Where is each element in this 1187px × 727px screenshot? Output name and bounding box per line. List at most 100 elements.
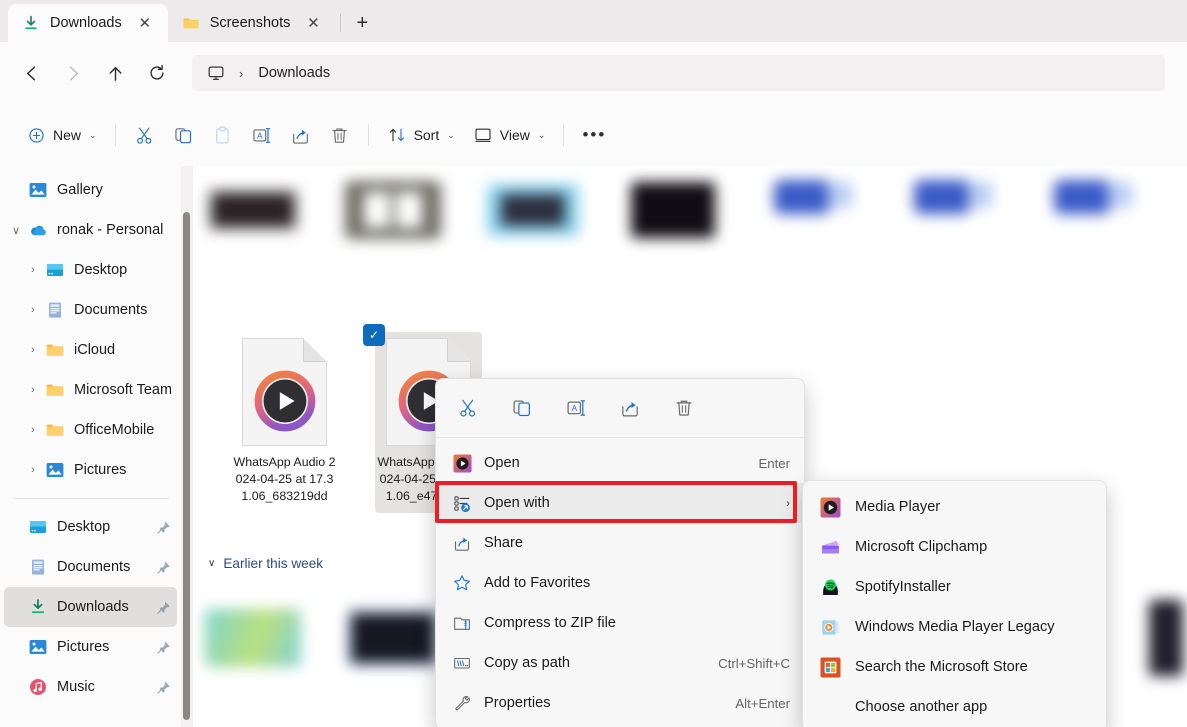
open-with-submenu[interactable]: Media Player Microsoft Clipchamp Spotify… bbox=[802, 480, 1107, 727]
list-item[interactable] bbox=[479, 166, 586, 317]
delete-button[interactable] bbox=[320, 117, 359, 153]
pin-icon[interactable] bbox=[156, 520, 171, 535]
chevron-right-icon[interactable]: › bbox=[21, 384, 45, 396]
sidebar-item-pictures[interactable]: › Pictures bbox=[4, 450, 177, 490]
chevron-right-icon[interactable]: › bbox=[21, 304, 45, 316]
more-options-button[interactable]: ••• bbox=[573, 117, 615, 153]
submenu-item-microsoft-clipchamp[interactable]: Microsoft Clipchamp bbox=[803, 527, 1106, 567]
list-item[interactable] bbox=[619, 166, 726, 317]
sidebar-item-officemobile[interactable]: › OfficeMobile bbox=[4, 410, 177, 450]
thumbnail bbox=[765, 166, 861, 258]
tab-screenshots[interactable]: Screenshots ✕ bbox=[168, 4, 337, 42]
pin-icon[interactable] bbox=[156, 680, 171, 695]
copy-icon[interactable] bbox=[504, 390, 540, 426]
no-icon bbox=[820, 697, 841, 718]
sidebar-item-quick-desktop[interactable]: Desktop bbox=[4, 507, 177, 547]
forward-button[interactable] bbox=[54, 54, 92, 92]
chevron-down-icon: ⌄ bbox=[89, 129, 97, 140]
list-item[interactable] bbox=[759, 166, 866, 317]
chevron-right-icon[interactable]: › bbox=[21, 264, 45, 276]
context-menu[interactable]: A Open Enter Open with › Share Add to Fa… bbox=[435, 378, 805, 727]
chevron-down-icon[interactable]: ∨ bbox=[208, 558, 215, 569]
sort-button[interactable]: Sort ⌄ bbox=[378, 117, 464, 153]
submenu-item-windows-media-player-legacy[interactable]: Windows Media Player Legacy bbox=[803, 607, 1106, 647]
sidebar-item-onedrive[interactable]: ∨ ronak - Personal bbox=[4, 210, 177, 250]
chevron-down-icon[interactable]: ∨ bbox=[4, 224, 28, 237]
sidebar-item-label: Downloads bbox=[57, 599, 129, 615]
chevron-right-icon[interactable]: › bbox=[21, 424, 45, 436]
sidebar-item-downloads[interactable]: Downloads bbox=[4, 587, 177, 627]
list-item[interactable] bbox=[899, 166, 1006, 317]
context-menu-item-add-to-favorites[interactable]: Add to Favorites bbox=[436, 563, 804, 603]
close-icon[interactable]: ✕ bbox=[132, 10, 158, 36]
chevron-right-icon[interactable]: › bbox=[21, 344, 45, 356]
cut-button[interactable] bbox=[125, 117, 164, 153]
pin-icon[interactable] bbox=[156, 640, 171, 655]
chevron-right-icon[interactable]: › bbox=[21, 464, 45, 476]
sidebar-item-gallery[interactable]: Gallery bbox=[4, 170, 177, 210]
pin-icon[interactable] bbox=[156, 600, 171, 615]
list-item[interactable] bbox=[339, 590, 446, 727]
context-menu-item-copy-as-path[interactable]: Copy as path Ctrl+Shift+C bbox=[436, 643, 804, 683]
desktop-icon bbox=[45, 260, 65, 280]
list-item[interactable]: WhatsApp Audio 2024-04-25 at 17.31.06_68… bbox=[231, 332, 338, 513]
sidebar-item-quick-pictures[interactable]: Pictures bbox=[4, 627, 177, 667]
file-name bbox=[1113, 694, 1187, 727]
submenu-item-choose-another-app[interactable]: Choose another app bbox=[803, 687, 1106, 727]
rename-button[interactable]: A bbox=[242, 117, 281, 153]
context-menu-item-compress-to-zip[interactable]: Compress to ZIP file bbox=[436, 603, 804, 643]
copy-path-icon bbox=[452, 653, 472, 673]
copy-button[interactable] bbox=[164, 117, 203, 153]
context-menu-item-share[interactable]: Share bbox=[436, 523, 804, 563]
list-item[interactable] bbox=[1112, 590, 1187, 727]
submenu-item-label: Media Player bbox=[855, 499, 941, 515]
navigation-pane[interactable]: Gallery ∨ ronak - Personal › Desktop › D… bbox=[0, 166, 181, 727]
cut-icon[interactable] bbox=[450, 390, 486, 426]
back-button[interactable] bbox=[12, 54, 50, 92]
folder-icon bbox=[45, 420, 65, 440]
submenu-item-media-player[interactable]: Media Player bbox=[803, 487, 1106, 527]
tab-strip: Downloads ✕ Screenshots ✕ + bbox=[0, 0, 1187, 42]
sidebar-item-music[interactable]: Music bbox=[4, 667, 177, 707]
up-button[interactable] bbox=[96, 54, 134, 92]
list-item[interactable] bbox=[199, 590, 306, 727]
context-menu-item-open-with[interactable]: Open with › bbox=[436, 483, 804, 523]
context-menu-item-open[interactable]: Open Enter bbox=[436, 443, 804, 483]
new-tab-button[interactable]: + bbox=[345, 7, 379, 39]
list-item[interactable] bbox=[339, 166, 446, 317]
submenu-item-search-the-microsoft-store[interactable]: Search the Microsoft Store bbox=[803, 647, 1106, 687]
pin-icon[interactable] bbox=[156, 560, 171, 575]
list-item[interactable] bbox=[1039, 166, 1146, 317]
sidebar-item-label: Documents bbox=[57, 559, 131, 575]
sidebar-item-label: iCloud bbox=[74, 342, 116, 358]
refresh-icon[interactable] bbox=[138, 54, 176, 92]
paste-button[interactable] bbox=[203, 117, 242, 153]
chevron-down-icon: ⌄ bbox=[447, 129, 455, 140]
sidebar-item-label: Desktop bbox=[57, 519, 111, 535]
sidebar-item-microsoft-teams-chat-files[interactable]: › Microsoft Teams Chat Files bbox=[4, 370, 177, 410]
group-header-earlier-this-week[interactable]: ∨ Earlier this week bbox=[208, 556, 323, 571]
download-icon bbox=[22, 14, 40, 32]
share-button[interactable] bbox=[281, 117, 320, 153]
share-icon[interactable] bbox=[612, 390, 648, 426]
tab-downloads[interactable]: Downloads ✕ bbox=[8, 4, 168, 42]
sidebar-item-label: Pictures bbox=[74, 462, 127, 478]
context-menu-item-properties[interactable]: Properties Alt+Enter bbox=[436, 683, 804, 723]
list-item[interactable] bbox=[199, 166, 306, 317]
selection-checkbox[interactable]: ✓ bbox=[363, 324, 385, 346]
close-icon[interactable]: ✕ bbox=[300, 10, 326, 36]
sidebar-item-desktop[interactable]: › Desktop bbox=[4, 250, 177, 290]
breadcrumb[interactable]: Downloads bbox=[250, 61, 338, 85]
sidebar-scrollbar-thumb[interactable] bbox=[183, 212, 190, 720]
address-bar[interactable]: › Downloads bbox=[192, 55, 1165, 91]
delete-icon[interactable] bbox=[666, 390, 702, 426]
new-button[interactable]: New ⌄ bbox=[18, 117, 106, 153]
submenu-item-spotifyinstaller[interactable]: SpotifyInstaller bbox=[803, 567, 1106, 607]
rename-icon[interactable]: A bbox=[558, 390, 594, 426]
gallery-icon bbox=[28, 180, 48, 200]
view-button[interactable]: View ⌄ bbox=[464, 117, 555, 153]
sidebar-item-documents[interactable]: › Documents bbox=[4, 290, 177, 330]
context-menu-item-accel: Enter bbox=[758, 455, 790, 471]
sidebar-item-quick-documents[interactable]: Documents bbox=[4, 547, 177, 587]
sidebar-item-icloud[interactable]: › iCloud bbox=[4, 330, 177, 370]
